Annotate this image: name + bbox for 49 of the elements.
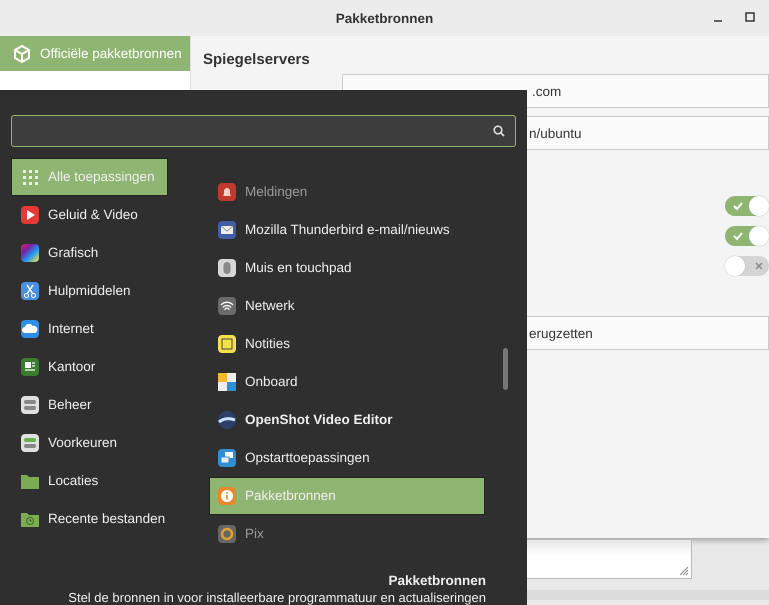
cube-icon <box>12 44 32 64</box>
cloud-icon <box>20 318 40 339</box>
switches-icon <box>20 394 40 415</box>
app-title: Pakketbronnen <box>388 573 486 588</box>
squares-icon <box>217 372 237 392</box>
app-item[interactable]: Muis en touchpad <box>209 248 485 287</box>
window-title: Pakketbronnen <box>336 10 434 26</box>
color-gradient-icon <box>20 242 40 263</box>
category-item[interactable]: Recente bestanden <box>11 500 168 538</box>
switches-icon <box>20 432 40 453</box>
check-icon <box>733 231 743 241</box>
section-heading: Spiegelservers <box>202 50 311 70</box>
sphere-icon <box>217 410 237 430</box>
category-item[interactable]: Internet <box>11 310 168 348</box>
play-icon <box>20 204 40 225</box>
toggle-switch[interactable] <box>725 196 769 216</box>
ring-icon <box>217 524 237 544</box>
app-item[interactable]: OpenShot Video Editor <box>209 400 485 439</box>
bell-icon <box>217 182 237 202</box>
toggle-switch[interactable] <box>725 256 769 276</box>
info-icon <box>217 486 237 506</box>
scissors-icon <box>20 280 40 301</box>
toggle-switch[interactable] <box>725 226 769 246</box>
maximize-icon[interactable] <box>745 12 755 22</box>
app-item[interactable]: Meldingen <box>209 172 485 211</box>
search-field[interactable] <box>11 115 516 147</box>
wifi-icon <box>217 296 237 316</box>
category-item[interactable]: Hulpmiddelen <box>11 272 168 310</box>
mouse-icon <box>217 258 237 278</box>
envelope-icon <box>217 220 237 240</box>
resize-grip-icon[interactable] <box>679 566 689 576</box>
check-icon <box>733 201 743 211</box>
search-icon <box>493 124 505 137</box>
scrollbar-thumb[interactable] <box>503 348 508 390</box>
app-item[interactable]: Mozilla Thunderbird e-mail/nieuws <box>209 210 485 249</box>
x-icon <box>755 262 763 270</box>
category-item[interactable]: Geluid & Video <box>11 196 168 234</box>
category-item[interactable]: Voorkeuren <box>11 424 168 462</box>
app-description: Stel de bronnen in voor installeerbare programmatuur en actualiseringen <box>68 590 486 605</box>
app-item[interactable]: Pix <box>209 514 485 553</box>
category-item[interactable]: Beheer <box>11 386 168 424</box>
windows-icon <box>217 448 237 468</box>
document-icon <box>20 356 40 377</box>
category-item[interactable]: Grafisch <box>11 234 168 272</box>
note-icon <box>217 334 237 354</box>
category-item[interactable]: Locaties <box>11 462 168 500</box>
app-item[interactable]: Opstarttoepassingen <box>209 438 485 477</box>
category-item[interactable]: Kantoor <box>11 348 168 386</box>
app-item[interactable]: Onboard <box>209 362 485 401</box>
